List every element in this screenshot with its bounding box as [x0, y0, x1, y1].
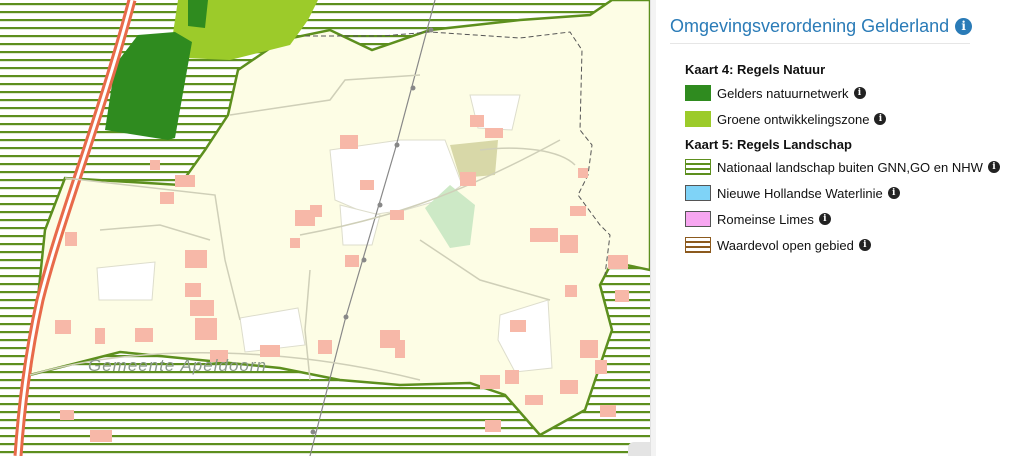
section-heading-kaart-4: Kaart 4: Regels Natuur — [685, 62, 826, 77]
legend-item-label: Gelders natuurnetwerk — [717, 85, 849, 101]
legend-item-waardevol-open-gebied: Waardevol open gebied i — [685, 236, 871, 254]
legend-item-gelders-natuurnetwerk: Gelders natuurnetwerk i — [685, 84, 866, 102]
track-node — [343, 314, 349, 320]
legend-item-nieuwe-hollandse-waterlinie: Nieuwe Hollandse Waterlinie i — [685, 184, 900, 202]
track-node — [361, 257, 367, 263]
title-divider — [670, 43, 970, 44]
section-heading-kaart-5: Kaart 5: Regels Landschap — [685, 137, 852, 152]
info-icon[interactable]: i — [853, 87, 866, 99]
legend-item-label: Waardevol open gebied — [717, 237, 854, 253]
legend-item-groene-ontwikkelingszone: Groene ontwikkelingszone i — [685, 110, 887, 128]
legend-item-label: Nieuwe Hollandse Waterlinie — [717, 185, 883, 201]
legend-item-label: Nationaal landschap buiten GNN,GO en NHW — [717, 159, 983, 175]
track-node — [410, 85, 416, 91]
info-icon[interactable]: i — [887, 187, 900, 199]
info-icon[interactable]: i — [818, 213, 831, 225]
legend-item-romeinse-limes: Romeinse Limes i — [685, 210, 831, 228]
info-icon[interactable]: i — [987, 161, 1000, 173]
swatch-romeinse-limes — [685, 211, 711, 227]
legend-item-nationaal-landschap: Nationaal landschap buiten GNN,GO en NHW… — [685, 158, 1000, 176]
info-icon[interactable]: i — [955, 18, 973, 35]
track-node — [377, 202, 383, 208]
legend-panel: Omgevingsverordening Gelderland i Kaart 4… — [656, 0, 1011, 456]
legend-title-row: Omgevingsverordening Gelderland i — [670, 16, 973, 37]
track-node — [428, 27, 434, 33]
swatch-nieuwe-hollandse-waterlinie — [685, 185, 711, 201]
swatch-groene-ontwikkelingszone — [685, 111, 711, 127]
map-control-corner[interactable] — [628, 442, 650, 456]
legend-title: Omgevingsverordening Gelderland — [670, 16, 950, 36]
gelders-natuurnetwerk-area — [188, 0, 208, 28]
track-node — [394, 142, 400, 148]
map-view[interactable]: Gemeente Apeldoorn — [0, 0, 650, 456]
legend-item-label: Romeinse Limes — [717, 211, 814, 227]
legend-item-label: Groene ontwikkelingszone — [717, 111, 870, 127]
swatch-waardevol-open-gebied — [685, 237, 711, 253]
track-node — [310, 429, 316, 435]
white-parcel — [96, 261, 156, 301]
info-icon[interactable]: i — [874, 113, 887, 125]
swatch-gelders-natuurnetwerk — [685, 85, 711, 101]
info-icon[interactable]: i — [858, 239, 871, 251]
map-canvas[interactable] — [0, 0, 650, 456]
swatch-nationaal-landschap — [685, 159, 711, 175]
municipality-label: Gemeente Apeldoorn — [88, 356, 267, 375]
